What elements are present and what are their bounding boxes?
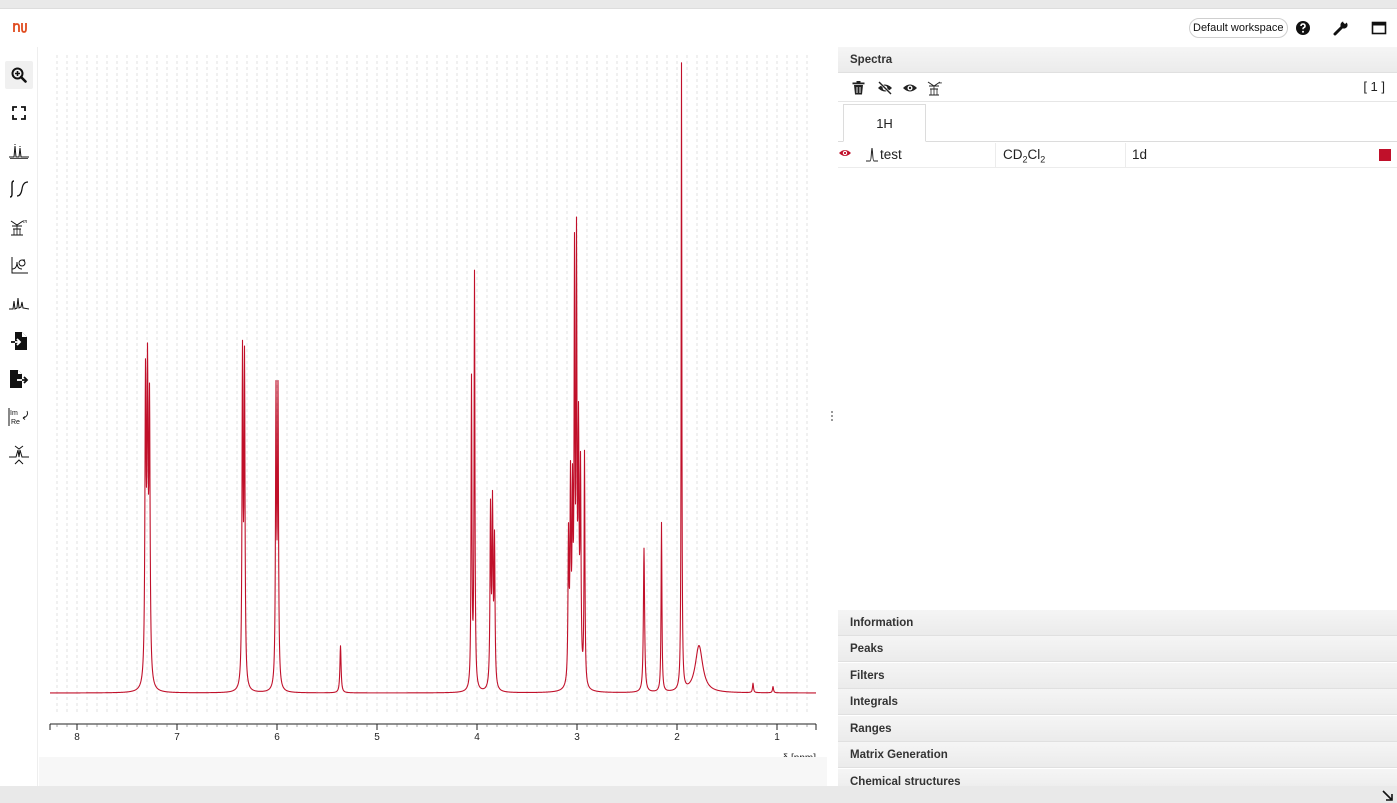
- spectrum-name: test: [880, 147, 902, 162]
- section-information[interactable]: Information: [838, 610, 1397, 636]
- alignment-icon: [9, 445, 29, 465]
- section-peaks[interactable]: Peaks: [838, 636, 1397, 662]
- full-screen-tool[interactable]: [5, 99, 33, 127]
- spectra-alignment-tool[interactable]: [5, 441, 33, 469]
- x-tick-label: 8: [74, 732, 80, 743]
- delete-icon[interactable]: [849, 79, 867, 97]
- visibility-eye-icon[interactable]: [838, 147, 852, 162]
- baseline-icon: [9, 297, 29, 310]
- real-imaginary-icon: Im Re: [8, 408, 28, 426]
- top-bar: Default workspace: [0, 9, 1397, 47]
- x-tick-label: 6: [274, 732, 280, 743]
- spectrum-solvent: CD2Cl2: [1003, 147, 1046, 165]
- window-icon[interactable]: [1369, 18, 1389, 38]
- integral-tool[interactable]: [5, 175, 33, 203]
- tab-1h[interactable]: 1H: [843, 104, 926, 142]
- left-toolbar: m Im Re: [0, 47, 38, 787]
- baseline-tool[interactable]: [5, 289, 33, 317]
- wrench-icon[interactable]: [1331, 18, 1351, 38]
- workspace-selector-button[interactable]: Default workspace: [1189, 18, 1288, 38]
- hide-all-icon[interactable]: [876, 79, 894, 97]
- nmrium-logo[interactable]: [11, 19, 29, 37]
- filter-icon[interactable]: m: [925, 79, 943, 97]
- spectra-toolbar: m [ 1 ]: [838, 74, 1397, 102]
- status-bar: [0, 786, 1397, 803]
- svg-text:Re: Re: [11, 419, 20, 426]
- svg-text:m: m: [23, 219, 27, 225]
- x-tick-label: 2: [674, 732, 680, 743]
- x-tick-label: 5: [374, 732, 380, 743]
- right-panel: Spectra m [ 1 ] 1H test CD2Cl2 1d Inform…: [838, 47, 1397, 795]
- fullscreen-icon: [12, 106, 26, 120]
- export-file-icon: [10, 370, 29, 388]
- phase-icon: [11, 257, 28, 274]
- zoom-in-icon: [11, 67, 27, 83]
- spectrum-dimension: 1d: [1132, 147, 1148, 162]
- section-integrals[interactable]: Integrals: [838, 689, 1397, 715]
- peak-picking-icon: [9, 144, 29, 159]
- x-tick-label: 7: [174, 732, 180, 743]
- spectrum-color-swatch[interactable]: [1379, 149, 1391, 161]
- zoom-tool[interactable]: [5, 61, 33, 89]
- spectra-count: [ 1 ]: [1363, 79, 1385, 94]
- x-tick-label: 4: [474, 732, 480, 743]
- help-icon[interactable]: [1293, 18, 1313, 38]
- nmrium-app: Default workspace mImRe 87654321δ [ppm] …: [0, 8, 1397, 795]
- multiplet-icon: m: [10, 219, 27, 236]
- section-filters[interactable]: Filters: [838, 663, 1397, 689]
- export-tool[interactable]: [5, 365, 33, 393]
- resize-corner-icon[interactable]: [1382, 790, 1394, 802]
- import-tool[interactable]: [5, 327, 33, 355]
- spectrum-viewer[interactable]: 87654321δ [ppm]: [39, 47, 827, 764]
- nucleus-tabs: 1H: [838, 102, 1397, 142]
- x-tick-label: 1: [774, 732, 780, 743]
- import-file-icon: [11, 332, 27, 350]
- spectra-section-header[interactable]: Spectra: [838, 47, 1397, 73]
- peak-picking-tool[interactable]: [5, 137, 33, 165]
- show-all-icon[interactable]: [901, 79, 919, 97]
- section-ranges[interactable]: Ranges: [838, 716, 1397, 742]
- phase-correction-tool[interactable]: [5, 251, 33, 279]
- spectrum-chart[interactable]: 87654321δ [ppm]: [39, 47, 827, 764]
- spectrum-1d-icon: [866, 147, 878, 165]
- svg-text:Im: Im: [10, 410, 18, 417]
- real-imaginary-tool[interactable]: Im Re: [5, 403, 33, 431]
- multiplet-tool[interactable]: m: [5, 213, 33, 241]
- spectrum-row[interactable]: test CD2Cl2 1d: [838, 143, 1397, 168]
- spectrum-line-test: [49, 62, 817, 694]
- integral-icon: [9, 180, 29, 198]
- section-matrix-generation[interactable]: Matrix Generation: [838, 742, 1397, 768]
- x-tick-label: 3: [574, 732, 580, 743]
- panel-splitter[interactable]: [827, 47, 838, 787]
- svg-text:m: m: [939, 80, 942, 85]
- viewer-footer: [39, 757, 827, 787]
